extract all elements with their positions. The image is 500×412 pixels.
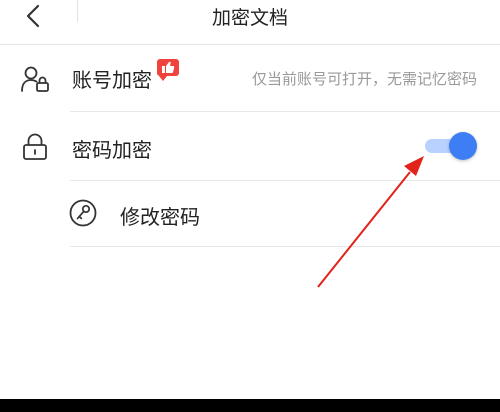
- change-password-row[interactable]: 修改密码: [0, 181, 500, 246]
- account-encrypt-row[interactable]: 账号加密 仅当前账号可打开，无需记忆密码: [0, 45, 500, 111]
- padlock-icon: [23, 133, 47, 160]
- thumbs-up-icon: [162, 61, 175, 73]
- password-encrypt-label: 密码加密: [72, 138, 152, 162]
- toggle-knob: [449, 132, 477, 160]
- watermark: Bai度经验: [356, 372, 468, 397]
- password-encrypt-toggle[interactable]: [425, 132, 477, 160]
- page-title: 加密文档: [211, 7, 288, 29]
- user-lock-icon: [21, 66, 49, 92]
- bottom-bar: [0, 399, 500, 412]
- app-header: 加密文档: [0, 0, 500, 45]
- divider: [70, 246, 500, 247]
- account-encrypt-hint: 仅当前账号可打开，无需记忆密码: [251, 70, 477, 88]
- change-password-label: 修改密码: [120, 205, 200, 229]
- account-encrypt-label: 账号加密: [72, 68, 152, 92]
- key-circle-icon: [69, 199, 97, 227]
- recommend-badge: [157, 59, 179, 81]
- password-encrypt-row[interactable]: 密码加密: [0, 112, 500, 180]
